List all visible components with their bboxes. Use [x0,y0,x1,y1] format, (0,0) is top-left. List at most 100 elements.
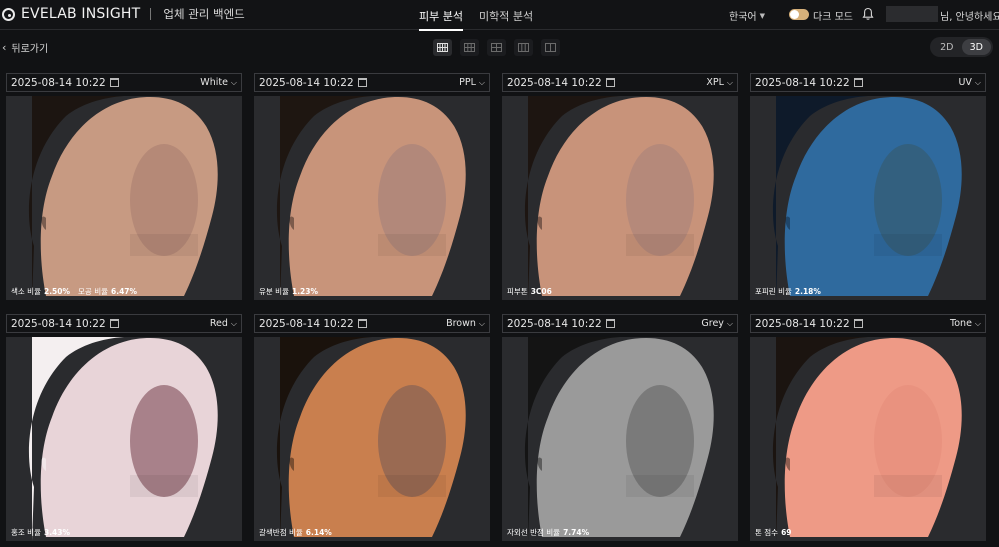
privacy-mask-shade [378,475,446,497]
calendar-icon [109,78,119,87]
layout-grid-4x2-button[interactable] [433,39,452,56]
brand-name: EVELAB INSIGHT [21,6,141,22]
chevron-down-icon: ⌵ [726,77,733,87]
date-picker[interactable]: 2025-08-14 10:22 [259,77,367,89]
panel-header: 2025-08-14 10:22 Tone ⌵ [750,314,986,333]
language-select[interactable]: 한국어 ▼ [729,8,765,24]
light-mode-select[interactable]: UV ⌵ [958,77,981,88]
light-mode-select[interactable]: Tone ⌵ [950,318,981,329]
view-dimension-toggle: 2D 3D [930,37,993,57]
metric-badge: 유분 비율 1.23% [259,286,318,297]
light-mode-label: Red [209,318,228,329]
capture-date: 2025-08-14 10:22 [507,317,602,330]
light-mode-select[interactable]: PPL ⌵ [459,77,485,88]
metric-label: 유분 비율 [259,287,289,296]
metric-value: 69 [781,528,792,537]
chevron-down-icon: ⌵ [478,77,485,87]
tab-skin-analysis[interactable]: 피부 분석 [411,0,471,31]
metric-item: 포피린 비율 2.18% [755,286,821,297]
metric-badge: 톤 점수 69 [755,527,792,538]
capture-date: 2025-08-14 10:22 [259,317,354,330]
calendar-icon [605,319,615,328]
logo[interactable]: EVELAB INSIGHT 업체 관리 백엔드 [2,6,245,22]
face-3d-viewer[interactable]: 색소 비율 2.50% 모공 비율 6.47% [6,96,242,300]
face-3d-viewer[interactable]: 톤 점수 69 [750,337,986,541]
capture-date: 2025-08-14 10:22 [507,76,602,89]
view-2d-button[interactable]: 2D [932,39,962,55]
language-label: 한국어 [729,12,757,23]
greeting-text: 님, 안녕하세요 [940,12,999,23]
date-picker[interactable]: 2025-08-14 10:22 [755,77,863,89]
date-picker[interactable]: 2025-08-14 10:22 [11,77,119,89]
metric-badge: 홍조 비율 3.43% [11,527,70,538]
bell-icon[interactable] [862,7,874,21]
metric-item: 홍조 비율 3.43% [11,527,70,538]
caret-down-icon: ▼ [759,11,765,20]
date-picker[interactable]: 2025-08-14 10:22 [755,318,863,330]
capture-date: 2025-08-14 10:22 [755,317,850,330]
face-3d-viewer[interactable]: 유분 비율 1.23% [254,96,490,300]
privacy-mask-shade [130,234,198,256]
tab-aesthetic-analysis[interactable]: 미학적 분석 [471,0,541,30]
date-picker[interactable]: 2025-08-14 10:22 [11,318,119,330]
face-render [524,337,714,541]
light-mode-select[interactable]: White ⌵ [200,77,237,88]
calendar-icon [853,78,863,87]
light-mode-select[interactable]: Grey ⌵ [701,318,733,329]
light-mode-label: Brown [446,318,476,329]
dark-mode-toggle[interactable] [789,9,809,20]
light-mode-label: UV [958,77,972,88]
metric-item: 색소 비율 2.50% [11,286,70,297]
divider [150,8,152,20]
date-picker[interactable]: 2025-08-14 10:22 [507,318,615,330]
chevron-down-icon: ⌵ [230,318,237,328]
columns-3-icon [518,43,529,52]
face-3d-viewer[interactable]: 홍조 비율 3.43% [6,337,242,541]
date-picker[interactable]: 2025-08-14 10:22 [507,77,615,89]
light-mode-select[interactable]: Red ⌵ [210,318,237,329]
metric-item: 톤 점수 69 [755,527,792,538]
light-mode-select[interactable]: Brown ⌵ [446,318,485,329]
metric-item: 자외선 반점 비율 7.74% [507,527,589,538]
chevron-down-icon: ⌵ [230,77,237,87]
grid-4x2-icon [437,43,448,52]
chevron-left-icon: ‹ [2,41,7,54]
app-subtitle: 업체 관리 백엔드 [163,7,245,21]
date-picker[interactable]: 2025-08-14 10:22 [259,318,367,330]
metric-value: 7.74% [563,528,590,537]
face-3d-viewer[interactable]: 피부톤 3C06 [502,96,738,300]
privacy-mask-shade [626,234,694,256]
back-button[interactable]: ‹ 뒤로가기 [2,40,48,55]
light-mode-label: Tone [950,318,972,329]
layout-grid-2x2-button[interactable] [487,39,506,56]
capture-date: 2025-08-14 10:22 [11,76,106,89]
metric-value: 2.18% [794,287,821,296]
view-3d-button[interactable]: 3D [961,39,991,55]
calendar-icon [109,319,119,328]
analysis-panel: 2025-08-14 10:22 XPL ⌵ 피부톤 3C06 [502,73,738,300]
light-mode-label: White [200,77,228,88]
face-3d-viewer[interactable]: 자외선 반점 비율 7.74% [502,337,738,541]
layout-columns-2-button[interactable] [541,39,560,56]
analysis-panel: 2025-08-14 10:22 Grey ⌵ 자외선 반점 비율 7.74% [502,314,738,541]
face-3d-viewer[interactable]: 갈색반점 비율 6.14% [254,337,490,541]
light-mode-label: Grey [701,318,724,329]
capture-date: 2025-08-14 10:22 [259,76,354,89]
face-3d-viewer[interactable]: 포피린 비율 2.18% [750,96,986,300]
layout-grid-3x2-button[interactable] [460,39,479,56]
calendar-icon [853,319,863,328]
metric-value: 3C06 [530,287,552,296]
face-render [772,96,962,300]
analysis-panel: 2025-08-14 10:22 Red ⌵ 홍조 비율 3.43% [6,314,242,541]
columns-2-icon [545,43,556,52]
top-bar: EVELAB INSIGHT 업체 관리 백엔드 피부 분석 미학적 분석 한국… [0,0,999,31]
back-label: 뒤로가기 [11,44,49,55]
metric-label: 모공 비율 [78,287,108,296]
panel-header: 2025-08-14 10:22 UV ⌵ [750,73,986,92]
metric-badge: 자외선 반점 비율 7.74% [507,527,589,538]
face-render [276,337,466,541]
layout-columns-3-button[interactable] [514,39,533,56]
metric-label: 피부톤 [507,287,528,296]
face-render [524,96,714,300]
light-mode-select[interactable]: XPL ⌵ [706,77,733,88]
